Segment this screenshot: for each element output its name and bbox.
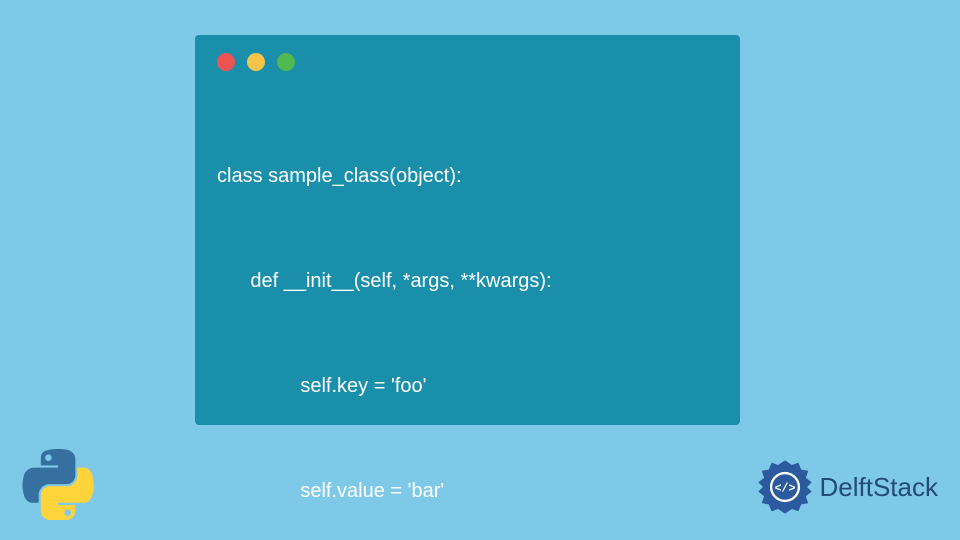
delftstack-brand: </> DelftStack (756, 458, 939, 516)
code-block: class sample_class(object): def __init__… (217, 89, 718, 540)
code-window: class sample_class(object): def __init__… (195, 35, 740, 425)
svg-text:</>: </> (774, 483, 795, 496)
close-icon (217, 53, 235, 71)
brand-name: DelftStack (820, 472, 939, 503)
python-logo-icon (22, 448, 94, 520)
code-line: def __init__(self, *args, **kwargs): (217, 264, 718, 299)
code-line: self.value = 'bar' (217, 474, 718, 509)
delftstack-logo-icon: </> (756, 458, 814, 516)
window-traffic-lights (217, 53, 718, 71)
code-line: self.key = 'foo' (217, 369, 718, 404)
minimize-icon (247, 53, 265, 71)
maximize-icon (277, 53, 295, 71)
code-line: class sample_class(object): (217, 159, 718, 194)
